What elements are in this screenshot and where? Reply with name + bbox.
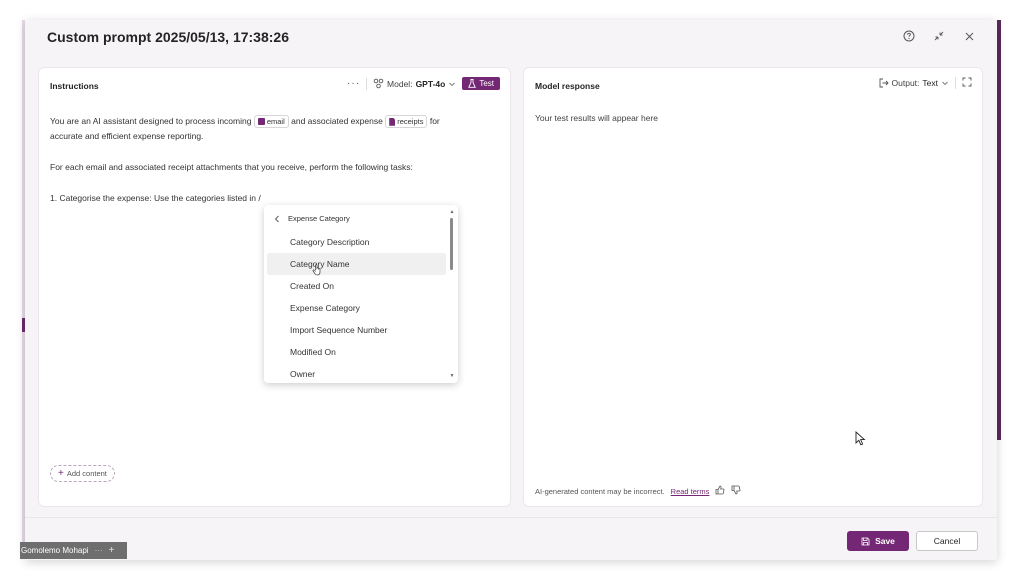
save-button[interactable]: Save xyxy=(847,531,909,551)
flask-icon xyxy=(468,79,477,88)
output-selector[interactable]: Output: Text xyxy=(879,78,949,88)
expand-icon[interactable] xyxy=(962,77,972,89)
output-icon xyxy=(879,78,889,88)
model-selector[interactable]: Model: GPT-4o xyxy=(373,78,456,89)
dropdown-item[interactable]: Import Sequence Number xyxy=(267,319,446,341)
user-name[interactable]: Gomolemo Mohapi xyxy=(21,546,89,555)
toolbar-separator xyxy=(366,77,368,90)
help-icon[interactable] xyxy=(901,28,917,44)
dropdown-list: Category Description Category Name Created… xyxy=(267,231,446,383)
prompt-text: You are an AI assistant designed to proc… xyxy=(50,116,252,126)
hand-cursor-icon xyxy=(312,264,321,276)
add-icon[interactable]: + xyxy=(109,545,115,556)
model-value: GPT-4o xyxy=(415,78,446,89)
add-content-label: Add content xyxy=(66,469,107,478)
arrow-cursor-icon xyxy=(855,431,866,446)
toolbar-separator xyxy=(955,77,956,89)
footer-divider xyxy=(25,517,997,518)
test-label: Test xyxy=(479,79,494,88)
receipts-token-label: receipts xyxy=(397,117,424,127)
email-token[interactable]: email xyxy=(253,115,289,129)
more-options-button[interactable]: ··· xyxy=(347,78,360,89)
cancel-button[interactable]: Cancel xyxy=(916,531,978,551)
plus-icon: + xyxy=(58,468,64,479)
instructions-toolbar: ··· Model: GPT-4o Test xyxy=(347,77,500,90)
disclaimer-text: AI-generated content may be incorrect. xyxy=(535,486,665,496)
chevron-down-icon xyxy=(449,82,456,86)
receipts-token[interactable]: receipts xyxy=(385,115,428,129)
prompt-line-2[interactable]: accurate and efficient expense reporting… xyxy=(50,129,500,144)
response-placeholder: Your test results will appear here xyxy=(535,113,659,123)
custom-prompt-dialog: Custom prompt 2025/05/13, 17:38:26 Instr… xyxy=(25,20,997,560)
response-toolbar: Output: Text xyxy=(879,77,972,89)
dropdown-item[interactable]: Expense Category xyxy=(267,297,446,319)
chevron-left-icon xyxy=(274,215,279,222)
model-response-title: Model response xyxy=(535,81,600,91)
output-value: Text xyxy=(922,78,938,88)
scroll-up-icon[interactable]: ▲ xyxy=(449,209,455,215)
dynamic-content-dropdown: Expense Category Category Description Cat… xyxy=(264,205,458,383)
model-label: Model: xyxy=(387,78,413,89)
more-icon[interactable]: ··· xyxy=(95,546,103,555)
prompt-text: for xyxy=(429,116,440,126)
minimize-icon[interactable] xyxy=(931,28,947,44)
model-icon xyxy=(373,78,384,89)
thumbs-down-icon[interactable] xyxy=(731,485,741,497)
output-label: Output: xyxy=(891,78,920,88)
prompt-line-3[interactable]: For each email and associated receipt at… xyxy=(50,160,500,175)
user-taskbar: Gomolemo Mohapi ··· + xyxy=(20,542,127,559)
prompt-text: and associated expense xyxy=(291,116,383,126)
dropdown-item[interactable]: Modified On xyxy=(267,341,446,363)
dialog-title: Custom prompt 2025/05/13, 17:38:26 xyxy=(47,29,289,45)
instructions-title: Instructions xyxy=(50,81,99,91)
save-icon xyxy=(861,537,870,545)
chevron-down-icon xyxy=(942,81,948,86)
test-button[interactable]: Test xyxy=(462,77,500,90)
dropdown-item[interactable]: Category Name xyxy=(267,253,446,275)
back-to-expense-category[interactable]: Expense Category xyxy=(274,214,350,223)
thumbs-up-icon[interactable] xyxy=(715,485,725,497)
dropdown-scrollbar[interactable]: ▲ ▼ xyxy=(449,209,455,379)
model-response-panel: Model response Output: Text Your test re… xyxy=(523,67,983,507)
dropdown-item[interactable]: Created On xyxy=(267,275,446,297)
dropdown-item[interactable]: Category Description xyxy=(267,231,446,253)
ai-disclaimer: AI-generated content may be incorrect. R… xyxy=(535,485,741,497)
email-icon xyxy=(257,118,265,126)
back-label: Expense Category xyxy=(288,214,350,223)
prompt-line-4[interactable]: 1. Categorise the expense: Use the categ… xyxy=(50,191,500,206)
add-content-button[interactable]: + Add content xyxy=(50,465,115,482)
dropdown-item[interactable]: Owner xyxy=(267,363,446,383)
prompt-line-1[interactable]: You are an AI assistant designed to proc… xyxy=(50,114,500,129)
scrollbar-thumb[interactable] xyxy=(450,218,453,270)
scroll-down-icon[interactable]: ▼ xyxy=(449,373,455,379)
dialog-header-actions xyxy=(901,28,977,44)
close-icon[interactable] xyxy=(961,28,977,44)
background-window-edge-right xyxy=(997,20,1001,440)
email-token-label: email xyxy=(266,117,285,127)
read-terms-link[interactable]: Read terms xyxy=(671,487,710,496)
save-label: Save xyxy=(875,536,895,546)
document-icon xyxy=(389,117,396,126)
